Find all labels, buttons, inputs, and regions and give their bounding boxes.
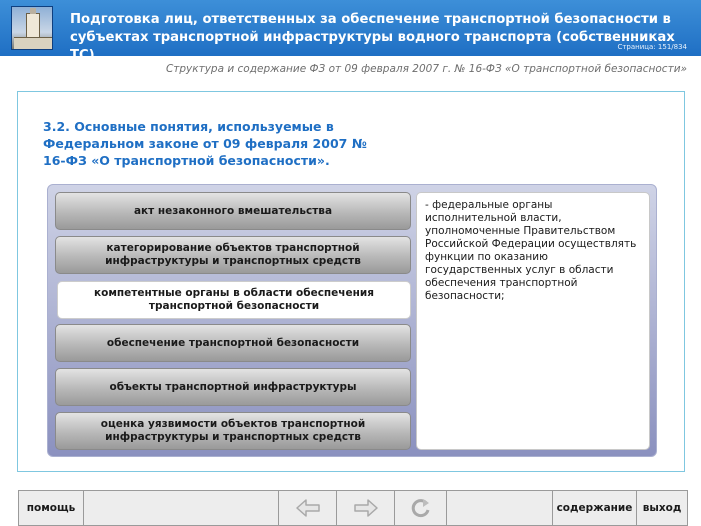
page-counter: Страница: 151/834 bbox=[617, 43, 687, 51]
exit-button[interactable]: выход bbox=[637, 491, 687, 525]
exit-label: выход bbox=[642, 502, 682, 514]
term-label: обеспечение транспортной безопасности bbox=[106, 336, 360, 349]
term-label: акт незаконного вмешательства bbox=[133, 204, 333, 217]
help-label: помощь bbox=[26, 502, 76, 514]
term-label: компетентные органы в области обеспечени… bbox=[94, 287, 374, 312]
term-label: категорирование объектов транспортной ин… bbox=[105, 242, 361, 267]
terms-panel: акт незаконного вмешательства категориро… bbox=[47, 184, 657, 457]
arrow-left-icon bbox=[295, 499, 320, 517]
section-title: 3.2. Основные понятия, используемые в Фе… bbox=[43, 119, 367, 168]
footer-spacer-right bbox=[447, 491, 553, 525]
forward-button[interactable] bbox=[337, 491, 395, 525]
footer-spacer-left bbox=[84, 491, 279, 525]
definition-box: - федеральные органы исполнительной влас… bbox=[416, 192, 650, 450]
back-button[interactable] bbox=[279, 491, 337, 525]
reload-icon bbox=[411, 499, 429, 518]
term-label: оценка уязвимости объектов транспортной … bbox=[100, 418, 366, 443]
contents-button[interactable]: содержание bbox=[553, 491, 637, 525]
term-button-security-provision[interactable]: обеспечение транспортной безопасности bbox=[55, 324, 411, 362]
arrow-right-icon bbox=[353, 499, 378, 517]
term-button-competent-authorities[interactable]: компетентные органы в области обеспечени… bbox=[57, 281, 411, 319]
help-button[interactable]: помощь bbox=[19, 491, 84, 525]
term-button-illegal-interference[interactable]: акт незаконного вмешательства bbox=[55, 192, 411, 230]
building-logo-icon bbox=[11, 6, 53, 50]
footer-bar: помощь содержание выход bbox=[18, 490, 688, 526]
term-button-vulnerability-assessment[interactable]: оценка уязвимости объектов транспортной … bbox=[55, 412, 411, 450]
term-button-infrastructure-objects[interactable]: объекты транспортной инфраструктуры bbox=[55, 368, 411, 406]
term-button-categorization[interactable]: категорирование объектов транспортной ин… bbox=[55, 236, 411, 274]
header-bar: Подготовка лиц, ответственных за обеспеч… bbox=[0, 0, 701, 63]
contents-label: содержание bbox=[556, 502, 633, 514]
subheader-text: Структура и содержание ФЗ от 09 февраля … bbox=[165, 63, 687, 75]
definition-text: - федеральные органы исполнительной влас… bbox=[425, 199, 637, 302]
reload-button[interactable] bbox=[395, 491, 447, 525]
term-label: объекты транспортной инфраструктуры bbox=[109, 380, 357, 393]
